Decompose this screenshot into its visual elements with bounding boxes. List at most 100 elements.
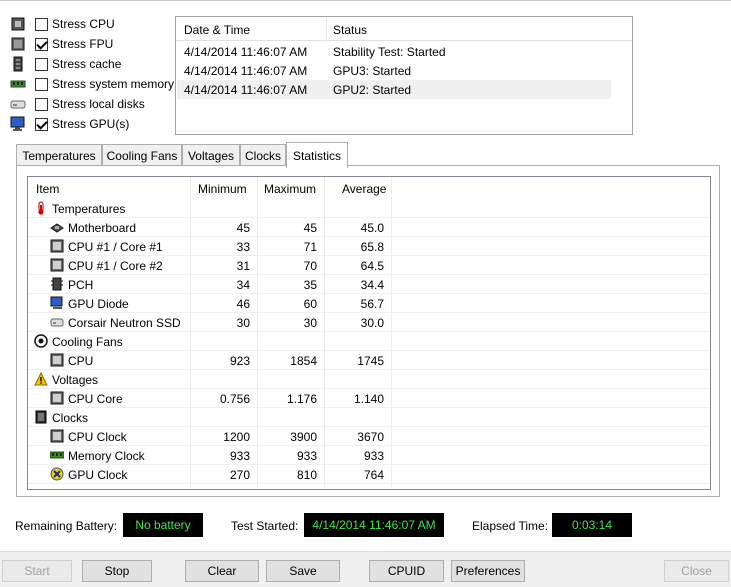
stats-item-row[interactable]: Memory Clock 933 933 933: [28, 446, 710, 465]
stats-max-value: 71: [303, 240, 317, 254]
stats-row-name: Temperatures: [52, 202, 126, 216]
tab-clocks[interactable]: Clocks: [240, 144, 286, 166]
stats-item-row[interactable]: CPU Clock 1200 3900 3670: [28, 427, 710, 446]
stats-max-value: 810: [296, 468, 317, 482]
log-row[interactable]: 4/14/2014 11:46:07 AM GPU3: Started: [177, 61, 611, 80]
stress-gpu-checkbox[interactable]: [35, 117, 48, 131]
stats-avg-value: 1.140: [353, 392, 384, 406]
start-button[interactable]: Start: [2, 560, 72, 582]
cpu-core-icon: [50, 239, 64, 253]
stop-button[interactable]: Stop: [82, 560, 152, 582]
stats-item-row[interactable]: GPU Clock 270 810 764: [28, 465, 710, 484]
stress-cpu-option[interactable]: Stress CPU: [10, 15, 115, 33]
cache-icon: [10, 56, 26, 72]
stats-item-row[interactable]: CPU Core 0.756 1.176 1.140: [28, 389, 710, 408]
stats-item-row[interactable]: Motherboard 45 45 45.0: [28, 218, 710, 237]
tab-temperatures[interactable]: Temperatures: [16, 144, 102, 166]
stats-max-value: 35: [303, 278, 317, 292]
stats-row-name: Motherboard: [68, 221, 137, 235]
stats-column-average[interactable]: Average: [342, 182, 386, 196]
clear-button[interactable]: Clear: [185, 560, 259, 582]
close-button[interactable]: Close: [664, 560, 729, 582]
stats-max-value: 1854: [290, 354, 317, 368]
stats-row-name: CPU Clock: [68, 430, 127, 444]
stats-column-maximum[interactable]: Maximum: [264, 182, 316, 196]
stats-avg-value: 30.0: [360, 316, 384, 330]
warning-icon: [34, 371, 48, 386]
stats-row-name: CPU #1 / Core #2: [68, 259, 163, 273]
stats-avg-value: 764: [363, 468, 384, 482]
stats-min-value: 31: [236, 259, 250, 273]
stats-column-item[interactable]: Item: [36, 182, 59, 196]
stats-group-row[interactable]: Clocks: [28, 408, 710, 427]
stats-avg-value: 1745: [357, 354, 384, 368]
stats-column-minimum[interactable]: Minimum: [198, 182, 247, 196]
tab-voltages[interactable]: Voltages: [182, 144, 240, 166]
stats-row-name: Cooling Fans: [52, 335, 123, 349]
tab-cooling-fans[interactable]: Cooling Fans: [102, 144, 182, 166]
stats-group-row[interactable]: Cooling Fans: [28, 332, 710, 351]
stats-row-name: PCH: [68, 278, 94, 292]
save-button[interactable]: Save: [266, 560, 340, 582]
stats-avg-value: 3670: [357, 430, 384, 444]
stats-min-value: 933: [229, 449, 250, 463]
stats-max-value: 45: [303, 221, 317, 235]
preferences-button[interactable]: Preferences: [451, 560, 525, 582]
cpu-core-icon: [50, 353, 64, 367]
stats-group-row[interactable]: Temperatures: [28, 199, 710, 218]
stress-memory-label: Stress system memory: [52, 77, 175, 91]
stats-row-name: CPU Core: [68, 392, 123, 406]
stress-disks-option[interactable]: Stress local disks: [10, 95, 145, 113]
stats-item-row[interactable]: CPU #1 / Core #2 31 70 64.5: [28, 256, 710, 275]
stats-max-value: 3900: [290, 430, 317, 444]
stats-row-name: CPU: [68, 354, 94, 368]
stress-fpu-option[interactable]: Stress FPU: [10, 35, 113, 53]
stats-item-row[interactable]: CPU 923 1854 1745: [28, 351, 710, 370]
stats-min-value: 270: [229, 468, 250, 482]
stats-min-value: 0.756: [219, 392, 250, 406]
stress-disks-checkbox[interactable]: [35, 97, 48, 111]
stats-min-value: 30: [236, 316, 250, 330]
stats-item-row[interactable]: GPU Diode 46 60 56.7: [28, 294, 710, 313]
statistics-header: Item Minimum Maximum Average: [28, 177, 710, 199]
stress-cache-checkbox[interactable]: [35, 57, 48, 71]
gpu-monitor-icon: [50, 296, 64, 310]
stress-cpu-checkbox[interactable]: [35, 17, 48, 31]
log-row-selected[interactable]: 4/14/2014 11:46:07 AM GPU2: Started: [177, 80, 611, 99]
cpu-core-icon: [50, 258, 64, 272]
test-started-label: Test Started:: [231, 519, 299, 533]
disk-icon: [50, 315, 64, 329]
log-row-status: Stability Test: Started: [333, 45, 446, 59]
log-column-status[interactable]: Status: [333, 23, 367, 37]
stress-cache-option[interactable]: Stress cache: [10, 55, 121, 73]
statistics-list[interactable]: Item Minimum Maximum Average Temperature…: [27, 176, 711, 490]
fan-icon: [34, 334, 48, 348]
cpuid-button[interactable]: CPUID: [369, 560, 444, 582]
stress-memory-option[interactable]: Stress system memory: [10, 75, 174, 93]
elapsed-time-value: 0:03:14: [552, 513, 632, 537]
log-row[interactable]: 4/14/2014 11:46:07 AM Stability Test: St…: [177, 42, 611, 61]
cpu-core-icon: [50, 391, 64, 405]
stats-max-value: 1.176: [286, 392, 317, 406]
log-row-status: GPU2: Started: [333, 83, 412, 97]
stress-memory-checkbox[interactable]: [35, 77, 48, 91]
stats-max-value: 70: [303, 259, 317, 273]
cpu-chip-icon: [10, 16, 26, 32]
stats-item-row[interactable]: Corsair Neutron SSD 30 30 30.0: [28, 313, 710, 332]
stats-min-value: 1200: [223, 430, 250, 444]
stress-fpu-checkbox[interactable]: [35, 37, 48, 51]
elapsed-time-label: Elapsed Time:: [472, 519, 549, 533]
stats-group-row[interactable]: Voltages: [28, 370, 710, 389]
event-log-header: Date & Time Status: [176, 17, 632, 41]
stress-gpu-label: Stress GPU(s): [52, 117, 130, 131]
stress-gpu-option[interactable]: Stress GPU(s): [10, 115, 129, 133]
stats-item-row[interactable]: PCH 34 35 34.4: [28, 275, 710, 294]
event-log-list[interactable]: Date & Time Status 4/14/2014 11:46:07 AM…: [175, 16, 633, 135]
stats-row-name: Voltages: [52, 373, 99, 387]
tab-statistics[interactable]: Statistics: [286, 142, 348, 168]
stats-avg-value: 933: [363, 449, 384, 463]
log-column-datetime[interactable]: Date & Time: [184, 23, 250, 37]
stats-row-name: Memory Clock: [68, 449, 145, 463]
stats-item-row[interactable]: CPU #1 / Core #1 33 71 65.8: [28, 237, 710, 256]
stats-min-value: 33: [236, 240, 250, 254]
